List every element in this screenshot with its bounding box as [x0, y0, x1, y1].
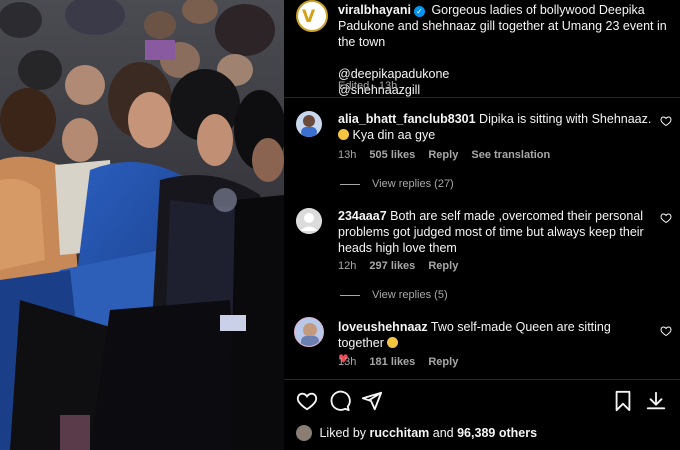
- share-icon[interactable]: [361, 390, 383, 412]
- view-replies-label: View replies (27): [372, 178, 454, 190]
- caption-time: 13h: [378, 80, 398, 92]
- event-photo-illustration: [0, 0, 284, 450]
- like-comment-heart-icon[interactable]: [660, 325, 672, 337]
- comment-likes[interactable]: 297 likes: [369, 260, 415, 272]
- comment-body-continued: Kya din aa gye: [352, 128, 436, 142]
- profile-photo-icon: [301, 115, 317, 137]
- reply-button[interactable]: Reply: [428, 149, 458, 161]
- view-replies-button[interactable]: View replies (5): [340, 289, 448, 301]
- reply-button[interactable]: Reply: [428, 260, 458, 272]
- comments-panel: V viralbhayani ✓ Gorgeous ladies of bolly…: [284, 0, 680, 450]
- flushed-face-emoji-icon: [338, 129, 349, 140]
- author-avatar[interactable]: V: [296, 0, 328, 32]
- liker-username[interactable]: rucchitam: [370, 426, 430, 440]
- heart-eyes-emoji-icon: [387, 337, 399, 348]
- comment-username[interactable]: alia_bhatt_fanclub8301: [338, 112, 476, 126]
- like-comment-heart-icon[interactable]: [660, 212, 672, 224]
- likes-joiner: and: [432, 426, 454, 440]
- post-action-bar: [296, 390, 670, 414]
- author-logo-icon: V: [302, 7, 316, 27]
- comment-meta: 13h 505 likes Reply See translation: [338, 149, 560, 161]
- reply-button[interactable]: Reply: [428, 356, 458, 368]
- comment-body: Dipika is sitting with Shehnaaz.: [479, 112, 652, 126]
- comment-meta: 13h 181 likes Reply: [338, 356, 468, 368]
- verified-badge-icon: ✓: [413, 6, 425, 17]
- view-replies-button[interactable]: View replies (27): [340, 178, 454, 190]
- heart-icon[interactable]: [296, 390, 318, 412]
- comment-time: 13h: [338, 356, 357, 368]
- commenter-avatar[interactable]: [296, 208, 322, 234]
- comment-username[interactable]: 234aaa7: [338, 209, 387, 223]
- actions-divider: [284, 379, 680, 380]
- comment-meta: 12h 297 likes Reply: [338, 260, 468, 272]
- commenter-avatar[interactable]: [294, 317, 324, 347]
- likes-prefix: Liked by: [319, 426, 367, 440]
- comment-likes[interactable]: 505 likes: [369, 149, 415, 161]
- post-photo[interactable]: [0, 0, 284, 450]
- caption-meta: Edited · 13h: [338, 80, 407, 92]
- commenter-avatar[interactable]: [296, 111, 322, 137]
- comment-icon[interactable]: [329, 390, 351, 412]
- replies-line: [340, 294, 360, 296]
- comment-text: alia_bhatt_fanclub8301 Dipika is sitting…: [338, 111, 654, 143]
- like-comment-heart-icon[interactable]: [660, 115, 672, 127]
- profile-photo-icon: [301, 323, 319, 346]
- default-avatar-icon: [296, 208, 322, 234]
- see-translation-button[interactable]: See translation: [471, 149, 550, 161]
- view-replies-label: View replies (5): [372, 289, 448, 301]
- comment-text: 234aaa7 Both are self made ,overcomed th…: [338, 208, 654, 256]
- comment-time: 12h: [338, 260, 357, 272]
- replies-line: [340, 183, 360, 185]
- caption-divider: [284, 97, 680, 98]
- bookmark-icon[interactable]: [612, 390, 634, 412]
- comment-likes[interactable]: 181 likes: [369, 356, 415, 368]
- likes-summary: Liked by rucchitam and 96,389 others: [296, 425, 670, 441]
- likes-others[interactable]: 96,389 others: [457, 426, 537, 440]
- meta-dot: ·: [372, 80, 376, 92]
- liker-avatar[interactable]: [296, 425, 312, 441]
- comment-time: 13h: [338, 149, 357, 161]
- author-username[interactable]: viralbhayani: [338, 3, 411, 17]
- edited-label: Edited: [338, 80, 370, 92]
- download-icon[interactable]: [645, 390, 667, 412]
- comment-username[interactable]: loveushehnaaz: [338, 320, 428, 334]
